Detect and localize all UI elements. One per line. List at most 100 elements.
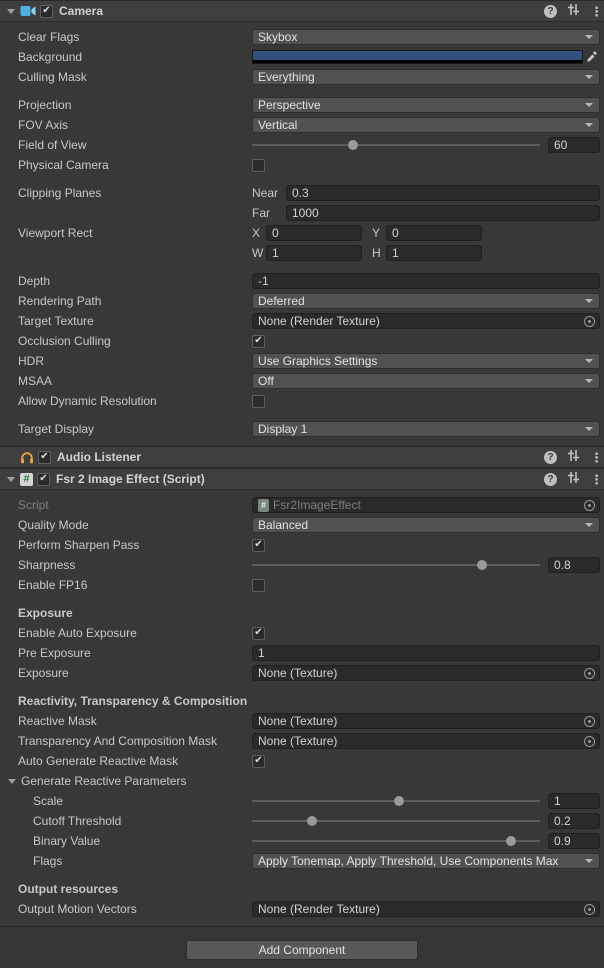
exposure-value: None (Texture) bbox=[252, 665, 600, 681]
chevron-down-icon bbox=[585, 359, 593, 363]
background-row: Background bbox=[0, 47, 604, 67]
alpha-bar bbox=[253, 60, 582, 63]
viewport-rect-wh-field-w[interactable]: 1 bbox=[266, 245, 362, 261]
clear-flags-dropdown[interactable]: Skybox bbox=[252, 29, 600, 45]
msaa-dropdown[interactable]: Off bbox=[252, 373, 600, 389]
flags-dropdown[interactable]: Apply Tonemap, Apply Threshold, Use Comp… bbox=[252, 853, 600, 869]
viewport-rect-xy-field-y[interactable]: 0 bbox=[386, 225, 482, 241]
audio-listener-component-title: Audio Listener bbox=[57, 450, 544, 464]
audio-listener-enabled-checkbox[interactable]: ✔ bbox=[38, 451, 51, 464]
presets-icon[interactable] bbox=[567, 3, 580, 19]
hdr-dropdown[interactable]: Use Graphics Settings bbox=[252, 353, 600, 369]
pre-exposure-field[interactable]: 1 bbox=[252, 645, 600, 661]
object-picker-icon[interactable] bbox=[584, 736, 595, 747]
add-component-button[interactable]: Add Component bbox=[186, 940, 418, 960]
script-icon: # bbox=[20, 473, 33, 486]
sharpness-slider-track[interactable] bbox=[252, 557, 540, 573]
presets-icon[interactable] bbox=[567, 449, 580, 465]
output-motion-vectors-object-value: None (Render Texture) bbox=[258, 902, 580, 916]
help-icon[interactable]: ? bbox=[544, 5, 557, 18]
enable-fp16-row: Enable FP16 bbox=[0, 575, 604, 595]
object-picker-icon[interactable] bbox=[584, 716, 595, 727]
object-picker-icon[interactable] bbox=[584, 668, 595, 679]
depth-field[interactable]: -1 bbox=[252, 273, 600, 289]
msaa-selected-value: Off bbox=[258, 374, 580, 388]
sharpness-slider-thumb[interactable] bbox=[477, 560, 487, 570]
auto-generate-reactive-mask-checkbox[interactable]: ✔ bbox=[252, 755, 265, 768]
background-color-swatch[interactable] bbox=[252, 50, 583, 64]
output-motion-vectors-object-field[interactable]: None (Render Texture) bbox=[252, 901, 600, 917]
eyedropper-icon[interactable] bbox=[583, 51, 600, 63]
binary-value-number-field[interactable]: 0.9 bbox=[548, 833, 600, 849]
fsr2-foldout-icon[interactable] bbox=[7, 477, 15, 482]
binary-value-slider-thumb[interactable] bbox=[506, 836, 516, 846]
object-picker-icon[interactable] bbox=[584, 316, 595, 327]
fsr2-component-header: # ✔ Fsr 2 Image Effect (Script) ? ⋮ bbox=[0, 468, 604, 490]
transparency-and-composition-mask-object-field[interactable]: None (Texture) bbox=[252, 733, 600, 749]
output-motion-vectors-row: Output Motion VectorsNone (Render Textur… bbox=[0, 899, 604, 919]
pre-exposure-label: Pre Exposure bbox=[18, 646, 252, 660]
generate-reactive-parameters-row: Generate Reactive Parameters bbox=[0, 771, 604, 791]
object-picker-icon[interactable] bbox=[584, 904, 595, 915]
kebab-menu-icon[interactable]: ⋮ bbox=[590, 5, 598, 18]
culling-mask-dropdown[interactable]: Everything bbox=[252, 69, 600, 85]
occlusion-culling-checkbox[interactable]: ✔ bbox=[252, 335, 265, 348]
hdr-selected-value: Use Graphics Settings bbox=[258, 354, 580, 368]
cutoff-threshold-slider-thumb[interactable] bbox=[307, 816, 317, 826]
camera-enabled-checkbox[interactable]: ✔ bbox=[40, 5, 53, 18]
scale-slider-thumb[interactable] bbox=[394, 796, 404, 806]
allow-dynamic-resolution-checkbox[interactable] bbox=[252, 395, 265, 408]
viewport-rect-xy-field-x[interactable]: 0 bbox=[266, 225, 362, 241]
physical-camera-label: Physical Camera bbox=[18, 158, 252, 172]
physical-camera-checkbox[interactable] bbox=[252, 159, 265, 172]
culling-mask-value: Everything bbox=[252, 69, 600, 85]
projection-dropdown[interactable]: Perspective bbox=[252, 97, 600, 113]
clipping-planes-near-value: Near0.3 bbox=[252, 185, 600, 201]
background-value bbox=[252, 50, 600, 64]
target-display-dropdown[interactable]: Display 1 bbox=[252, 421, 600, 437]
rendering-path-dropdown[interactable]: Deferred bbox=[252, 293, 600, 309]
perform-sharpen-pass-checkbox[interactable]: ✔ bbox=[252, 539, 265, 552]
scale-number-field[interactable]: 1 bbox=[548, 793, 600, 809]
output-motion-vectors-value: None (Render Texture) bbox=[252, 901, 600, 917]
script-object-field[interactable]: #Fsr2ImageEffect bbox=[252, 497, 600, 513]
presets-icon[interactable] bbox=[567, 471, 580, 487]
help-icon[interactable]: ? bbox=[544, 473, 557, 486]
hdr-label: HDR bbox=[18, 354, 252, 368]
binary-value-slider-track[interactable] bbox=[252, 833, 540, 849]
perform-sharpen-pass-label: Perform Sharpen Pass bbox=[18, 538, 252, 552]
object-picker-icon[interactable] bbox=[584, 500, 595, 511]
fsr2-enabled-checkbox[interactable]: ✔ bbox=[37, 473, 50, 486]
help-icon[interactable]: ? bbox=[544, 451, 557, 464]
generate-reactive-parameters-foldout-icon[interactable] bbox=[8, 779, 16, 784]
exposure-object-field[interactable]: None (Texture) bbox=[252, 665, 600, 681]
quality-mode-dropdown[interactable]: Balanced bbox=[252, 517, 600, 533]
kebab-menu-icon[interactable]: ⋮ bbox=[590, 473, 598, 486]
kebab-menu-icon[interactable]: ⋮ bbox=[590, 451, 598, 464]
rendering-path-selected-value: Deferred bbox=[258, 294, 580, 308]
reactive-mask-object-field[interactable]: None (Texture) bbox=[252, 713, 600, 729]
cutoff-threshold-number-field[interactable]: 0.2 bbox=[548, 813, 600, 829]
cutoff-threshold-slider-track[interactable] bbox=[252, 813, 540, 829]
clear-flags-row: Clear FlagsSkybox bbox=[0, 27, 604, 47]
viewport-rect-wh-field-h[interactable]: 1 bbox=[386, 245, 482, 261]
enable-auto-exposure-value: ✔ bbox=[252, 627, 600, 640]
target-texture-object-field[interactable]: None (Render Texture) bbox=[252, 313, 600, 329]
clipping-planes-near-field[interactable]: 0.3 bbox=[286, 185, 600, 201]
chevron-down-icon bbox=[585, 523, 593, 527]
clipping-planes-far-field[interactable]: 1000 bbox=[286, 205, 600, 221]
field-of-view-slider-thumb[interactable] bbox=[348, 140, 358, 150]
msaa-value: Off bbox=[252, 373, 600, 389]
field-of-view-label: Field of View bbox=[18, 138, 252, 152]
camera-foldout-icon[interactable] bbox=[7, 9, 15, 14]
enable-auto-exposure-checkbox[interactable]: ✔ bbox=[252, 627, 265, 640]
fov-axis-label: FOV Axis bbox=[18, 118, 252, 132]
fov-axis-dropdown[interactable]: Vertical bbox=[252, 117, 600, 133]
enable-fp16-checkbox[interactable] bbox=[252, 579, 265, 592]
output-resources-section-header: Output resources bbox=[18, 882, 118, 896]
field-of-view-number-field[interactable]: 60 bbox=[548, 137, 600, 153]
field-of-view-slider-track[interactable] bbox=[252, 137, 540, 153]
scale-slider-track[interactable] bbox=[252, 793, 540, 809]
sharpness-number-field[interactable]: 0.8 bbox=[548, 557, 600, 573]
inspector-footer: Add Component bbox=[0, 926, 604, 968]
